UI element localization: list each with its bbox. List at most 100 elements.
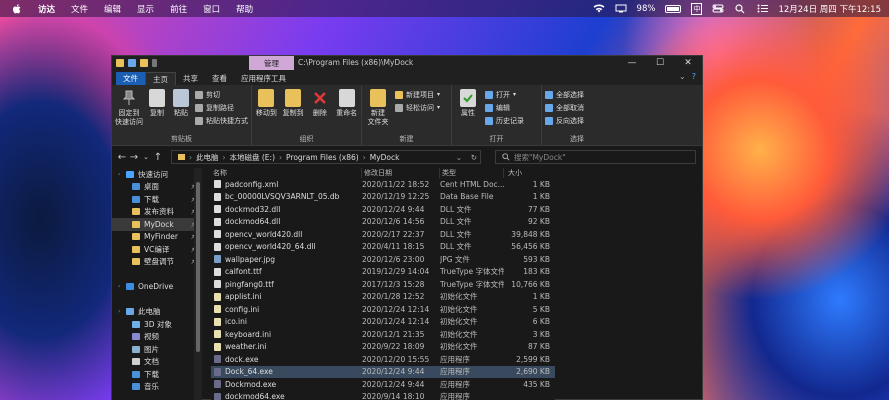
invert-selection-button[interactable]: 反向选择 [545,115,584,126]
up-arrow-icon[interactable]: ↑ [152,152,164,163]
tab-share[interactable]: 共享 [176,72,205,85]
edit-button[interactable]: 编辑 [485,102,524,113]
properties-quick-icon[interactable] [128,59,136,67]
nav-item[interactable]: › OneDrive [112,281,202,294]
menu-window[interactable]: 窗口 [203,3,220,15]
history-button[interactable]: 历史记录 [485,115,524,126]
nav-scrollbar[interactable] [194,168,202,400]
file-row[interactable]: dockmod64.exe 2020/9/14 18:10 应用程序 [211,391,555,400]
breadcrumb-program-files[interactable]: Program Files (x86) [286,153,359,162]
file-row[interactable]: opencv_world420_64.dll 2020/4/11 18:15 DLL… [211,241,555,254]
nav-item[interactable]: › 快速访问 [112,168,202,181]
title-bar[interactable]: 管理 C:\Program Files (x86)\MyDock — ☐ ✕ [112,56,702,70]
easy-access-button[interactable]: 轻松访问 ▾ [395,102,440,113]
nav-item[interactable]: 壁盘调节📌 [112,256,202,269]
nav-item[interactable]: 文档 [112,356,202,369]
search-icon[interactable] [734,3,746,14]
expand-chevron-icon[interactable]: › [118,283,120,290]
tab-view[interactable]: 查看 [205,72,234,85]
breadcrumb-drive-e[interactable]: 本地磁盘 (E:) [230,152,276,163]
file-row[interactable]: Dock_64.exe 2020/12/24 9:44 应用程序 2,690 KB [211,365,555,378]
control-center-icon[interactable] [712,4,724,14]
nav-item-icon [132,345,140,353]
breadcrumb-this-pc[interactable]: 此电脑 [196,152,219,163]
open-button[interactable]: 打开 ▾ [485,89,524,100]
input-method[interactable]: 中 [691,2,703,15]
address-bar[interactable]: › 此电脑 › 本地磁盘 (E:) › Program Files (x86) … [171,150,481,164]
file-row[interactable]: ico.ini 2020/12/24 12:14 初始化文件 6 KB [211,316,555,329]
help-button[interactable]: ? [692,72,696,81]
clock[interactable]: 12月24日 周四 下午12:15 [778,3,881,15]
address-dropdown-chevron-icon[interactable]: ⌄ [456,153,462,162]
nav-item[interactable]: MyDock📌 [112,218,202,231]
file-size: 1 KB [532,192,550,202]
tab-file[interactable]: 文件 [116,72,145,85]
copy-path-button[interactable]: 复制路径 [195,102,248,113]
new-folder-quick-icon[interactable] [140,59,148,67]
nav-item[interactable]: 下载 [112,368,202,381]
menu-view[interactable]: 显示 [137,3,154,15]
col-size[interactable]: 大小 [504,168,555,178]
menu-help[interactable]: 帮助 [236,3,253,15]
tab-app-tools[interactable]: 应用程序工具 [234,72,293,85]
menu-edit[interactable]: 编辑 [104,3,121,15]
file-row[interactable]: config.ini 2020/12/24 12:14 初始化文件 5 KB [211,303,555,316]
select-all-button[interactable]: 全部选择 [545,89,584,100]
minimize-button[interactable]: — [618,56,646,70]
file-row[interactable]: applist.ini 2020/1/28 12:52 初始化文件 1 KB [211,291,555,304]
nav-item[interactable]: 视频 [112,331,202,344]
nav-item[interactable]: MyFinder📌 [112,231,202,244]
back-arrow-icon[interactable]: ← [116,152,128,163]
chevron-down-icon[interactable] [152,59,157,67]
search-input[interactable]: 搜索"MyDock" [495,150,696,164]
col-type[interactable]: 类型 [440,168,504,178]
expand-chevron-icon[interactable]: › [118,308,120,315]
col-name[interactable]: 名称 [211,168,362,178]
file-row[interactable]: padconfig.xml 2020/11/22 18:52 Cent HTML D… [211,178,555,191]
maximize-button[interactable]: ☐ [646,56,674,70]
file-row[interactable]: dockmod64.dll 2020/12/6 14:56 DLL 文件 92 KB [211,216,555,229]
nav-item[interactable]: 桌面📌 [112,181,202,194]
file-row[interactable]: keyboard.ini 2020/12/1 21:35 初始化文件 3 KB [211,328,555,341]
col-date[interactable]: 修改日期 [362,168,440,178]
nav-item[interactable]: 发布资料📌 [112,206,202,219]
cut-button[interactable]: 剪切 [195,89,248,100]
nav-item[interactable]: 下载📌 [112,193,202,206]
tab-home[interactable]: 主页 [145,72,176,85]
file-row[interactable]: weather.ini 2020/9/22 18:09 初始化文件 87 KB [211,341,555,354]
forward-arrow-icon[interactable]: → [128,152,140,163]
apple-icon[interactable] [12,3,24,15]
nav-item[interactable]: 图片 [112,343,202,356]
nav-item[interactable]: › 此电脑 [112,306,202,319]
file-row[interactable]: opencv_world420.dll 2020/2/17 22:37 DLL 文件… [211,228,555,241]
file-row[interactable]: Dockmod.exe 2020/12/24 9:44 应用程序 435 KB [211,378,555,391]
file-row[interactable]: dock.exe 2020/12/20 15:55 应用程序 2,599 KB [211,353,555,366]
file-row[interactable]: dockmod32.dll 2020/12/24 9:44 DLL 文件 77 KB [211,203,555,216]
breadcrumb-mydock[interactable]: MyDock [370,153,400,162]
nav-item[interactable]: 3D 对象 [112,318,202,331]
menu-go[interactable]: 前往 [170,3,187,15]
expand-chevron-icon[interactable]: › [118,171,120,178]
display-icon[interactable] [615,4,627,14]
close-button[interactable]: ✕ [674,56,702,70]
paste-shortcut-button[interactable]: 粘贴快捷方式 [195,115,248,126]
file-row[interactable]: wallpaper.jpg 2020/12/6 23:00 JPG 文件 593 KB [211,253,555,266]
menu-finder[interactable]: 访达 [38,3,55,15]
file-size: 77 KB [528,204,550,214]
battery-icon[interactable] [665,4,682,13]
file-row[interactable]: bc_00000LVSQV3ARNLT_05.db 2020/12/19 12:2… [211,191,555,204]
notification-center-icon[interactable] [756,4,768,14]
menu-file[interactable]: 文件 [71,3,88,15]
nav-item[interactable]: VC编译📌 [112,243,202,256]
recent-locations-chevron-icon[interactable]: ⌄ [140,153,152,161]
refresh-icon[interactable]: ↻ [471,153,477,162]
select-none-button[interactable]: 全部取消 [545,102,584,113]
file-row[interactable]: pingfang0.ttf 2017/12/3 15:28 TrueType 字体文… [211,278,555,291]
context-tab-manage[interactable]: 管理 [249,56,294,70]
collapse-ribbon-icon[interactable]: ⌄ [679,72,686,81]
file-row[interactable]: calfont.ttf 2019/12/29 14:04 TrueType 字体文件… [211,266,555,279]
nav-item[interactable]: 音乐 [112,381,202,394]
nav-scrollbar-thumb[interactable] [196,182,200,352]
wifi-icon[interactable] [593,4,605,14]
new-item-button[interactable]: 新建项目 ▾ [395,89,440,100]
